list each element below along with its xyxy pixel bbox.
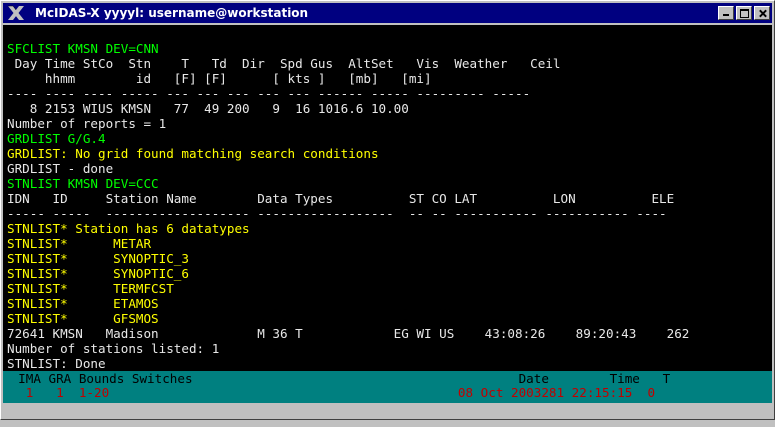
status-bar: IMA GRA Bounds Switches Date Time T 1 1 … bbox=[3, 371, 772, 403]
window-bottom-border bbox=[3, 403, 772, 419]
terminal-line: STNLIST* SYNOPTIC_6 bbox=[7, 266, 189, 281]
terminal-line: SFCLIST KMSN DEV=CNN bbox=[7, 41, 159, 56]
terminal-line: STNLIST* METAR bbox=[7, 236, 152, 251]
terminal-lines: SFCLIST KMSN DEV=CNN Day Time StCo Stn T… bbox=[3, 25, 772, 371]
terminal-line: Day Time StCo Stn T Td Dir Spd Gus AltSe… bbox=[7, 56, 561, 71]
terminal-line: GRDLIST - done bbox=[7, 161, 114, 176]
terminal-line: Number of reports = 1 bbox=[7, 116, 167, 131]
terminal-line: GRDLIST G/G.4 bbox=[7, 131, 106, 146]
terminal-line: ---- ---- ---- ----- --- --- --- --- ---… bbox=[7, 86, 531, 101]
terminal-line: hhmm id [F] [F] [ kts ] [mb] [mi] bbox=[7, 71, 432, 86]
x-logo-icon[interactable] bbox=[5, 4, 27, 22]
terminal-line: STNLIST* ETAMOS bbox=[7, 296, 159, 311]
mcidas-window: McIDAS-X yyyyl: username@workstation SFC… bbox=[0, 0, 775, 420]
terminal-line: STNLIST* TERMFCST bbox=[7, 281, 174, 296]
status-header: IMA GRA Bounds Switches Date Time T bbox=[3, 371, 671, 386]
minimize-button[interactable] bbox=[718, 6, 734, 20]
terminal-line: STNLIST* Station has 6 datatypes bbox=[7, 221, 250, 236]
terminal-line: STNLIST* GFSMOS bbox=[7, 311, 159, 326]
terminal-line: IDN ID Station Name Data Types ST CO LAT… bbox=[7, 191, 675, 206]
terminal-line: STNLIST KMSN DEV=CCC bbox=[7, 176, 159, 191]
maximize-button[interactable] bbox=[736, 6, 752, 20]
terminal-line: ----- ----- ------------------- --------… bbox=[7, 206, 667, 221]
terminal-line: GRDLIST: No grid found matching search c… bbox=[7, 146, 379, 161]
terminal-line: 72641 KMSN Madison M 36 T EG WI US 43:08… bbox=[7, 326, 690, 341]
terminal-line: 8 2153 WIUS KMSN 77 49 200 9 16 1016.6 1… bbox=[7, 101, 409, 116]
terminal-line: Number of stations listed: 1 bbox=[7, 341, 220, 356]
window-title: McIDAS-X yyyyl: username@workstation bbox=[35, 6, 309, 20]
terminal-line: STNLIST* SYNOPTIC_3 bbox=[7, 251, 189, 266]
status-values: 1 1 1-20 08 Oct 2003281 22:15:15 0 bbox=[3, 385, 656, 400]
terminal-line: STNLIST: Done bbox=[7, 356, 106, 371]
window-controls bbox=[718, 6, 770, 20]
title-bar[interactable]: McIDAS-X yyyyl: username@workstation bbox=[3, 3, 772, 23]
close-button[interactable] bbox=[754, 6, 770, 20]
text-output-terminal[interactable]: SFCLIST KMSN DEV=CNN Day Time StCo Stn T… bbox=[3, 25, 772, 371]
